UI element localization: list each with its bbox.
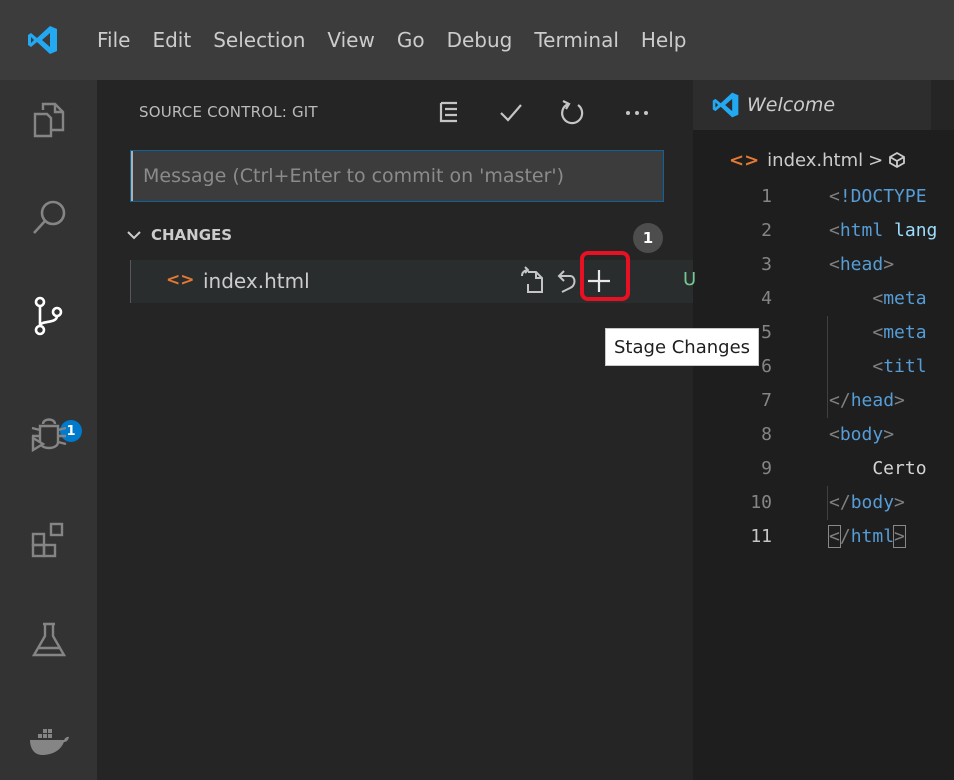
line-number: 5 xyxy=(761,322,772,343)
vscode-logo-icon xyxy=(0,0,86,80)
line-number: 10 xyxy=(750,492,772,513)
html-file-icon: <> xyxy=(729,149,760,171)
vscode-tab-icon xyxy=(712,92,739,118)
menu-terminal[interactable]: Terminal xyxy=(523,28,630,52)
menu-view[interactable]: View xyxy=(316,28,385,52)
changes-section-header[interactable]: CHANGES xyxy=(125,226,232,244)
docker-icon[interactable] xyxy=(0,700,97,780)
commit-message-box xyxy=(130,150,664,202)
tree-guide xyxy=(130,260,131,303)
menu-selection[interactable]: Selection xyxy=(202,28,316,52)
menu-bar: File Edit Selection View Go Debug Termin… xyxy=(86,28,698,52)
discard-changes-icon[interactable] xyxy=(554,264,578,298)
activity-bar: 1 xyxy=(0,80,97,780)
source-control-icon[interactable] xyxy=(0,276,97,356)
code-line: 7 </head> xyxy=(693,384,954,418)
debug-icon[interactable] xyxy=(0,394,97,474)
line-number: 8 xyxy=(761,424,772,445)
extensions-icon[interactable] xyxy=(0,500,97,580)
menu-edit[interactable]: Edit xyxy=(141,28,202,52)
refresh-icon[interactable] xyxy=(559,92,587,132)
html-file-icon: <> xyxy=(166,270,195,290)
tab-welcome[interactable]: Welcome xyxy=(693,80,931,130)
code-line: 3 <head> xyxy=(693,248,954,282)
code-line: 8 <body> xyxy=(693,418,954,452)
search-icon[interactable] xyxy=(0,178,97,258)
line-number: 7 xyxy=(761,390,772,411)
test-icon[interactable] xyxy=(0,600,97,680)
menu-help[interactable]: Help xyxy=(630,28,698,52)
breadcrumb-file[interactable]: index.html xyxy=(767,150,863,171)
code-line: 6 <titl xyxy=(693,350,954,384)
explorer-icon[interactable] xyxy=(0,80,97,160)
editor-tab-bar: Welcome xyxy=(693,80,954,130)
line-number: 1 xyxy=(761,186,772,207)
line-number: 4 xyxy=(761,288,772,309)
more-actions-icon[interactable] xyxy=(623,92,651,132)
line-number: 2 xyxy=(761,220,772,241)
changes-label: CHANGES xyxy=(151,226,233,244)
code-line: 10 </body> xyxy=(693,486,954,520)
menu-debug[interactable]: Debug xyxy=(436,28,524,52)
code-editor[interactable]: 1 <!DOCTYPE 2 <html lang 3 <head> 4 <met… xyxy=(693,180,954,780)
panel-title: SOURCE CONTROL: GIT xyxy=(139,103,318,121)
breadcrumb-separator: > xyxy=(868,149,884,171)
title-bar: File Edit Selection View Go Debug Termin… xyxy=(0,0,954,80)
chevron-down-icon xyxy=(127,231,141,240)
menu-file[interactable]: File xyxy=(86,28,141,52)
line-number: 9 xyxy=(761,458,772,479)
commit-message-input[interactable] xyxy=(131,151,663,201)
line-number: 6 xyxy=(761,356,772,377)
file-name: index.html xyxy=(203,269,310,293)
commit-check-icon[interactable] xyxy=(497,92,525,132)
code-line: 11 </html> xyxy=(693,520,954,554)
code-line: 1 <!DOCTYPE xyxy=(693,180,954,214)
open-file-icon[interactable] xyxy=(518,264,546,298)
source-control-panel: SOURCE CONTROL: GIT CHANGES 1 < xyxy=(97,80,760,780)
line-number: 3 xyxy=(761,254,772,275)
stage-button-highlight xyxy=(580,251,630,301)
code-line: 2 <html lang xyxy=(693,214,954,248)
changes-count-badge: 1 xyxy=(633,223,663,253)
menu-go[interactable]: Go xyxy=(386,28,436,52)
view-as-tree-icon[interactable] xyxy=(437,92,461,132)
breadcrumb: <> index.html > xyxy=(693,140,954,180)
code-line: 4 <meta xyxy=(693,282,954,316)
line-number: 11 xyxy=(750,526,772,547)
symbol-icon[interactable] xyxy=(888,151,906,169)
code-line: 9 Certo xyxy=(693,452,954,486)
tab-label: Welcome xyxy=(747,94,836,116)
code-line: 5 <meta xyxy=(693,316,954,350)
